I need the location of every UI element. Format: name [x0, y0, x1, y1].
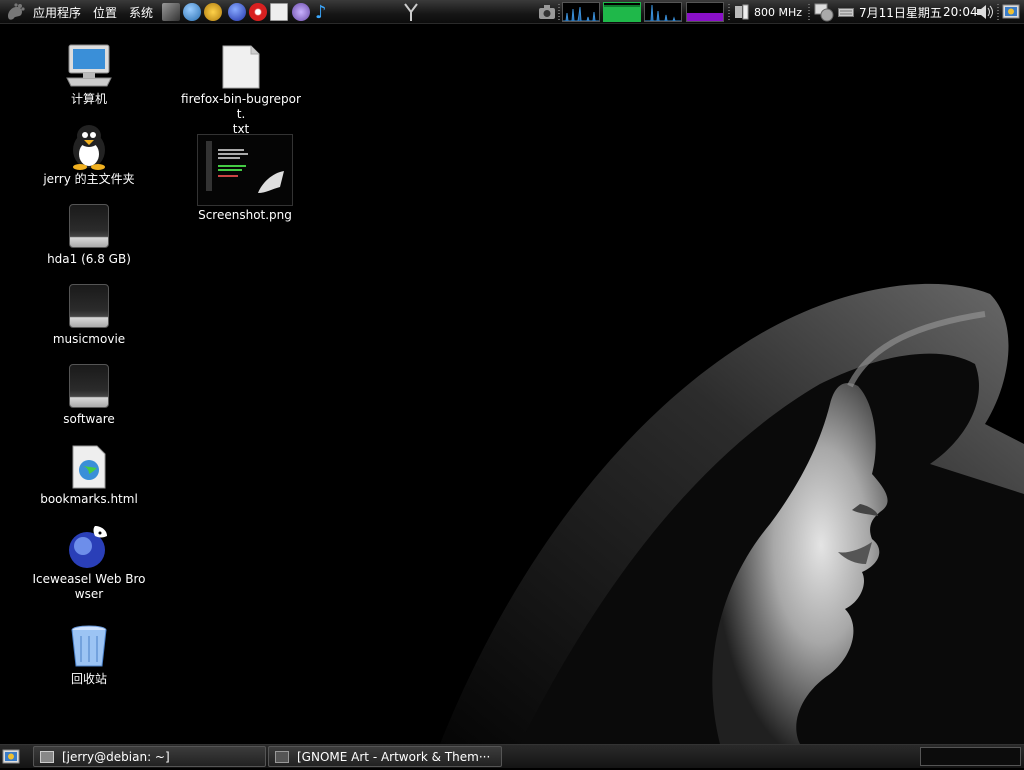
bottom-panel: [jerry@debian: ~] [GNOME Art - Artwork &… — [0, 744, 1024, 768]
desktop-icon-musicmovie[interactable]: musicmovie — [29, 282, 149, 347]
home-folder-icon — [65, 122, 113, 170]
image-thumbnail-icon — [197, 134, 293, 206]
desktop-icon-label: 回收站 — [70, 672, 107, 686]
iceweasel-icon — [65, 522, 113, 570]
menu-applications[interactable]: 应用程序 — [33, 0, 81, 24]
desktop-icon-home[interactable]: jerry 的主文件夹 — [29, 122, 149, 187]
desktop-icon-screenshot[interactable]: Screenshot.png — [185, 134, 305, 223]
firefox-icon[interactable] — [228, 3, 246, 21]
top-panel: 应用程序 位置 系统 ♪ 800 MHz 7月11日星期五 20:04 — [0, 0, 1024, 24]
hard-drive-icon — [65, 362, 113, 410]
pliers-tool-icon[interactable] — [402, 0, 420, 24]
desktop-icon-label: firefox-bin-bugreport. txt — [181, 92, 301, 136]
html-file-icon — [65, 442, 113, 490]
mail-icon[interactable] — [204, 3, 222, 21]
desktop-icon-label: musicmovie — [52, 332, 126, 346]
desktop-icon-bookmarks[interactable]: bookmarks.html — [29, 442, 149, 507]
screenshot-camera-icon[interactable] — [538, 0, 556, 24]
separator — [728, 4, 730, 20]
computer-icon — [65, 42, 113, 90]
desktop-icon-label: bookmarks.html — [40, 492, 138, 506]
taskbar-button-browser[interactable]: [GNOME Art - Artwork & Them··· — [268, 746, 502, 767]
desktop: 计算机 jerry 的主文件夹 hda1 (6.8 GB) musicmovie… — [0, 24, 1024, 744]
gnome-foot-icon[interactable] — [4, 0, 26, 24]
desktop-icon-label: Screenshot.png — [198, 208, 292, 222]
menu-system[interactable]: 系统 — [129, 0, 153, 24]
music-note-icon[interactable]: ♪ — [315, 0, 327, 24]
separator — [997, 4, 999, 20]
desktop-icon-label: jerry 的主文件夹 — [43, 172, 135, 186]
cpu-load-graph[interactable] — [562, 2, 600, 22]
volume-speaker-icon[interactable] — [975, 0, 995, 24]
menu-places[interactable]: 位置 — [93, 0, 117, 24]
hard-drive-icon — [65, 282, 113, 330]
taskbar-button-terminal[interactable]: [jerry@debian: ~] — [33, 746, 266, 767]
opera-icon[interactable] — [249, 3, 267, 21]
text-file-icon — [217, 42, 265, 90]
desktop-icon-iceweasel[interactable]: Iceweasel Web Browser — [29, 522, 149, 602]
cpu-frequency-label[interactable]: 800 MHz — [754, 0, 802, 24]
pidgin-icon[interactable] — [292, 3, 310, 21]
desktop-icon-trash[interactable]: 回收站 — [29, 622, 149, 687]
cpu-freq-chip-icon — [733, 0, 751, 24]
desktop-icon-label: Iceweasel Web Browser — [32, 572, 146, 601]
show-desktop-icon[interactable] — [2, 748, 20, 770]
desktop-icon-bugreport[interactable]: firefox-bin-bugreport. txt — [181, 42, 301, 137]
trash-icon — [65, 622, 113, 670]
taskbar-button-label: [GNOME Art - Artwork & Them··· — [297, 749, 491, 764]
hard-drive-icon — [65, 202, 113, 250]
desktop-icon-label: software — [63, 412, 115, 426]
globe-browser-icon[interactable] — [183, 3, 201, 21]
keyboard-icon[interactable] — [838, 0, 854, 24]
swap-load-graph[interactable] — [686, 2, 724, 22]
memory-load-graph[interactable] — [603, 2, 641, 22]
network-load-graph[interactable] — [644, 2, 682, 22]
show-desktop-icon[interactable] — [1002, 0, 1020, 24]
workspace-switcher[interactable] — [920, 747, 1021, 766]
text-editor-icon[interactable] — [270, 3, 288, 21]
screwdriver-tool-icon[interactable] — [162, 3, 180, 21]
network-status-icon[interactable] — [814, 0, 836, 24]
desktop-icon-label: 计算机 — [70, 92, 107, 106]
browser-icon — [275, 750, 289, 763]
desktop-icon-hda1[interactable]: hda1 (6.8 GB) — [29, 202, 149, 267]
taskbar-button-label: [jerry@debian: ~] — [62, 749, 170, 764]
desktop-icon-computer[interactable]: 计算机 — [29, 42, 149, 107]
desktop-icon-label: hda1 (6.8 GB) — [47, 252, 131, 266]
clock-date[interactable]: 7月11日星期五 — [859, 0, 942, 24]
hooded-figure-wallpaper — [440, 283, 1024, 744]
desktop-icon-software[interactable]: software — [29, 362, 149, 427]
clock-time[interactable]: 20:04 — [943, 0, 978, 24]
separator — [808, 4, 810, 20]
separator — [558, 4, 560, 20]
terminal-icon — [40, 750, 54, 763]
